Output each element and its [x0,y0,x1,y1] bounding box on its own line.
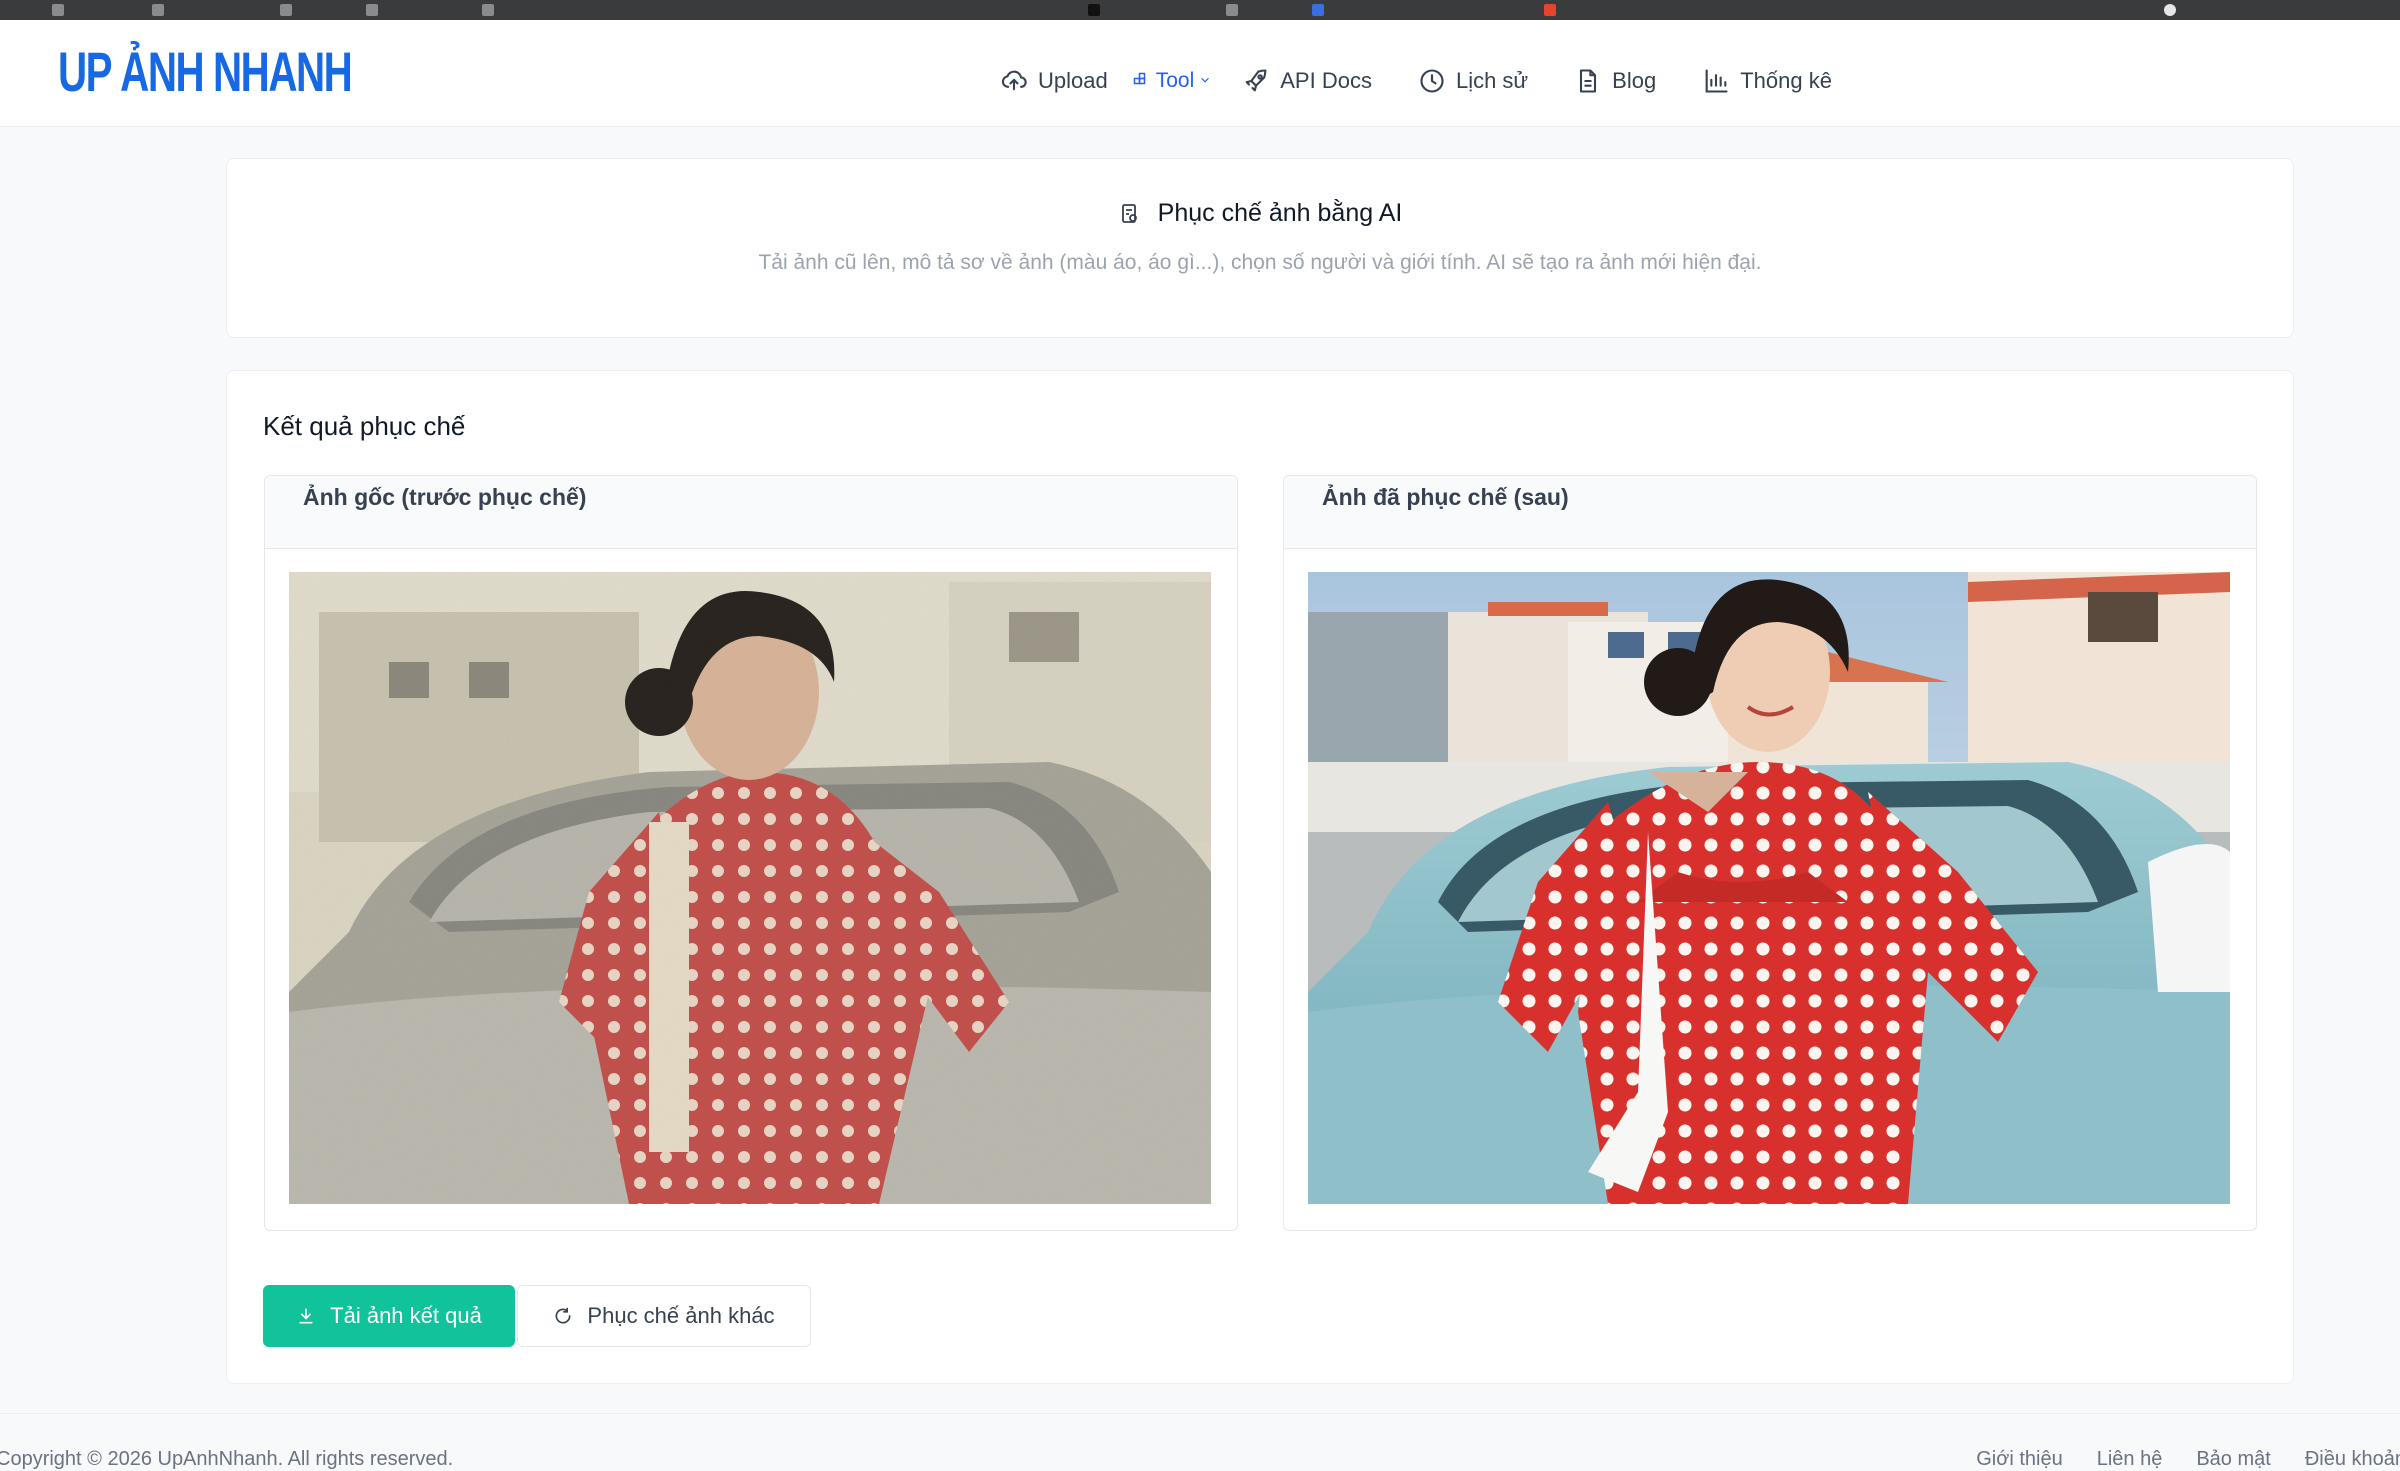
bookmark-icon[interactable] [152,4,164,16]
site-footer: Copyright © 2026 UpAnhNhanh. All rights … [0,1413,2400,1470]
nav-tool[interactable]: Tool [1132,69,1213,93]
nav-blog-label: Blog [1612,68,1657,93]
before-panel-header: Ảnh gốc (trước phục chế) [265,476,1237,549]
after-image[interactable] [1308,572,2230,1204]
bookmark-icon[interactable] [280,4,292,16]
bookmark-icon[interactable] [1088,4,1100,16]
site-header: UP ẢNH NHANH Upload Tool API Docs Lịch s… [0,20,2400,127]
download-result-button[interactable]: Tải ảnh kết quả [263,1285,515,1347]
footer-link-about[interactable]: Giới thiệu [1976,1448,2062,1471]
nav-upload-label: Upload [1038,68,1108,93]
rocket-icon [1245,69,1267,92]
footer-link-privacy[interactable]: Bảo mật [2196,1448,2270,1471]
restore-another-button[interactable]: Phục chế ảnh khác [517,1285,811,1347]
profile-icon[interactable] [2164,4,2176,16]
clock-icon [1420,69,1444,93]
bookmark-icon[interactable] [52,4,64,16]
intro-heading: Phục chế ảnh bằng AI [227,199,2293,228]
nav-history-label: Lịch sử [1455,68,1529,93]
bookmark-icon[interactable] [1312,4,1324,16]
before-image[interactable] [289,572,1211,1204]
result-card: Kết quả phục chế Ảnh gốc (trước phục chế… [226,370,2294,1384]
nav-history[interactable]: Lịch sử [1418,67,1528,95]
refresh-icon [555,1307,571,1324]
restore-another-label: Phục chế ảnh khác [587,1303,775,1328]
download-icon [299,1308,313,1324]
nav-api-docs-label: API Docs [1280,68,1372,93]
cloud-upload-icon [1001,70,1027,91]
intro-card: Phục chế ảnh bằng AI Tải ảnh cũ lên, mô … [226,158,2294,338]
nav-upload[interactable]: Upload [1000,67,1108,95]
nav-stats-label: Thống kê [1740,68,1832,93]
chevron-down-icon [1198,69,1212,93]
after-panel: Ảnh đã phục chế (sau) [1283,475,2257,1231]
copyright-text: Copyright © 2026 UpAnhNhanh. All rights … [0,1448,454,1470]
tool-icon [1133,72,1145,85]
nav-api-docs[interactable]: API Docs [1242,67,1372,95]
page-title: Phục chế ảnh bằng AI [1157,199,1403,227]
site-logo[interactable]: UP ẢNH NHANH [58,32,353,112]
after-label: Ảnh đã phục chế (sau) [1322,484,1569,510]
bookmark-icon[interactable] [1544,4,1556,16]
bookmark-icon[interactable] [1226,4,1238,16]
footer-link-contact[interactable]: Liên hệ [2097,1448,2163,1471]
restore-document-icon [1121,203,1137,223]
main-nav: Upload Tool API Docs Lịch sử Blog Thống … [1000,56,1878,106]
nav-blog[interactable]: Blog [1574,67,1656,95]
nav-tool-label: Tool [1155,69,1195,92]
bar-chart-icon [1705,69,1728,93]
intro-description: Tải ảnh cũ lên, mô tả sơ về ảnh (màu áo,… [758,251,1762,274]
download-result-label: Tải ảnh kết quả [330,1303,482,1328]
result-title: Kết quả phục chế [263,411,466,441]
nav-stats[interactable]: Thống kê [1702,67,1832,95]
footer-links: Giới thiệu Liên hệ Bảo mật Điều khoản [1976,1448,2400,1471]
browser-bookmarks-bar [0,0,2400,20]
after-panel-header: Ảnh đã phục chế (sau) [1284,476,2256,549]
document-icon [1580,69,1597,93]
bookmark-icon[interactable] [482,4,494,16]
footer-link-terms[interactable]: Điều khoản [2305,1448,2400,1471]
before-label: Ảnh gốc (trước phục chế) [303,484,587,510]
before-panel: Ảnh gốc (trước phục chế) [264,475,1238,1231]
bookmark-icon[interactable] [366,4,378,16]
